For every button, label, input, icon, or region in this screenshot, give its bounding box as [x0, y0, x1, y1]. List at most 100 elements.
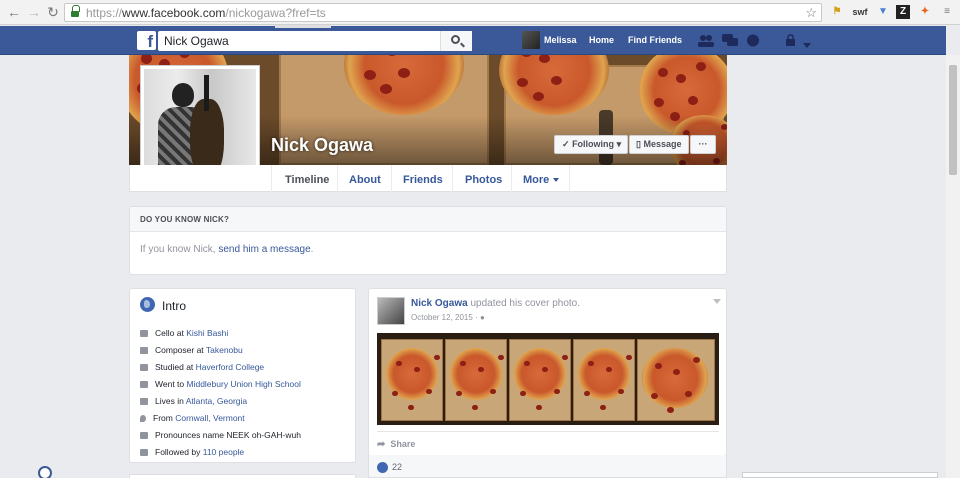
post-author-link[interactable]: Nick Ogawa — [411, 298, 468, 309]
messages-icon[interactable] — [722, 34, 738, 47]
friend-requests-icon[interactable] — [698, 34, 714, 47]
intro-row-text: Composer at — [155, 345, 206, 355]
tab-photos[interactable]: Photos — [465, 174, 502, 186]
send-message-link[interactable]: send him a message — [218, 244, 310, 255]
speaker-icon — [140, 432, 148, 440]
share-label: Share — [390, 439, 416, 449]
reload-icon[interactable]: ↻ — [45, 4, 61, 20]
post-action: updated his cover photo. — [467, 298, 581, 309]
forward-arrow-icon[interactable]: → — [26, 4, 42, 20]
back-arrow-icon[interactable]: ← — [6, 4, 22, 20]
privacy-lock-icon[interactable] — [786, 34, 798, 47]
profile-tabs: Timeline About Friends Photos More — [129, 165, 727, 192]
page-scrollbar[interactable] — [946, 55, 960, 478]
pizza-box — [509, 339, 571, 421]
intro-card: Intro Cello at Kishi Bashi Composer at T… — [129, 288, 356, 463]
pizza-box — [637, 339, 715, 421]
intro-row: Went to Middlebury Union High School — [140, 379, 301, 389]
post-photo[interactable] — [377, 333, 719, 425]
nav-user-name[interactable]: Melissa — [544, 35, 577, 45]
intro-row: Studied at Haverford College — [140, 362, 264, 372]
intro-row-link[interactable]: Middlebury Union High School — [187, 379, 301, 389]
post-header: Nick Ogawa updated his cover photo. — [411, 298, 580, 309]
graduation-cap-icon — [140, 364, 148, 372]
extension-swf-icon[interactable]: swf — [850, 5, 870, 19]
post-likes-bar: 22 — [368, 455, 727, 478]
account-menu-chevron-icon[interactable] — [803, 37, 811, 50]
intro-row-link[interactable]: Atlanta, Georgia — [186, 396, 247, 406]
pizza-box — [445, 339, 507, 421]
intro-row-text: Pronounces name NEEK oh-GAH-wuh — [155, 430, 301, 440]
check-icon: ✓ — [562, 139, 570, 149]
share-button[interactable]: ➦ Share — [377, 439, 415, 450]
extension-5-icon[interactable]: ✦ — [918, 5, 932, 19]
nav-home-link[interactable]: Home — [589, 35, 614, 45]
dyk-header: DO YOU KNOW NICK? — [130, 207, 726, 232]
tab-friends[interactable]: Friends — [403, 174, 443, 186]
intro-row-text: Studied at — [155, 362, 196, 372]
tab-more[interactable]: More — [523, 174, 560, 186]
intro-row-text: Went to — [155, 379, 187, 389]
pp-neck — [204, 75, 209, 111]
home-icon — [140, 398, 148, 406]
intro-row-link[interactable]: Takenobu — [206, 345, 243, 355]
tab-timeline[interactable]: Timeline — [285, 174, 329, 186]
tab-sep — [337, 165, 338, 192]
user-avatar[interactable] — [522, 31, 540, 49]
address-bar[interactable]: https://www.facebook.com/nickogawa?fref=… — [64, 3, 822, 22]
lock-icon — [71, 5, 80, 17]
following-button[interactable]: ✓ Following ▾ — [554, 135, 628, 154]
star-icon[interactable]: ☆ — [805, 5, 817, 21]
like-thumb-icon — [377, 462, 388, 473]
intro-title: Intro — [162, 299, 187, 313]
pizza — [386, 348, 438, 400]
post-options-chevron-icon[interactable] — [713, 299, 721, 304]
post-card: Nick Ogawa updated his cover photo. Octo… — [368, 288, 727, 456]
profile-picture-image — [144, 69, 256, 180]
nav-find-friends-link[interactable]: Find Friends — [628, 35, 682, 45]
extension-1-icon[interactable]: ⚑ — [830, 5, 844, 19]
pizza — [450, 348, 502, 400]
extension-4-icon[interactable]: Z — [896, 5, 910, 19]
intro-row-text: From — [153, 413, 176, 423]
extension-3-icon[interactable]: ▼ — [876, 5, 890, 19]
facebook-top-nav: f Melissa Home Find Friends — [0, 26, 946, 55]
intro-row: Cello at Kishi Bashi — [140, 328, 228, 338]
intro-row: From Cornwall, Vermont — [140, 413, 245, 423]
active-tab-indicator — [275, 25, 331, 28]
tab-sep — [511, 165, 512, 192]
briefcase-icon — [140, 330, 148, 338]
scrollbar-thumb[interactable] — [949, 65, 957, 175]
tab-sep — [391, 165, 392, 192]
pizza — [514, 348, 566, 400]
graduation-cap-icon — [140, 381, 148, 389]
post-divider — [377, 431, 719, 432]
message-button[interactable]: ▯ Message — [629, 135, 689, 154]
intro-row-text: Lives in — [155, 396, 186, 406]
post-author-avatar[interactable] — [377, 297, 405, 325]
dyk-suffix: . — [310, 244, 314, 255]
more-options-button[interactable]: ··· — [690, 135, 716, 154]
pp-head — [172, 83, 194, 107]
like-count[interactable]: 22 — [392, 462, 402, 472]
intro-row: Followed by 110 people — [140, 447, 244, 457]
notifications-globe-icon[interactable] — [746, 34, 760, 47]
intro-row-link[interactable]: 110 people — [203, 447, 244, 457]
intro-row-link[interactable]: Haverford College — [196, 362, 265, 372]
tab-about[interactable]: About — [349, 174, 381, 186]
tab-more-label: More — [523, 174, 550, 186]
profile-name[interactable]: Nick Ogawa — [271, 135, 373, 156]
intro-row-link[interactable]: Kishi Bashi — [186, 328, 228, 338]
intro-row: Pronounces name NEEK oh-GAH-wuh — [140, 430, 301, 440]
menu-icon[interactable]: ≡ — [940, 5, 954, 19]
intro-row: Composer at Takenobu — [140, 345, 243, 355]
search-button[interactable] — [440, 31, 472, 51]
search-input[interactable] — [158, 31, 438, 51]
caret-down-icon — [553, 178, 560, 183]
chat-tab[interactable] — [742, 472, 938, 478]
pizza — [642, 348, 708, 408]
post-timestamp[interactable]: October 12, 2015 · ● — [411, 313, 485, 322]
intro-row-link[interactable]: Cornwall, Vermont — [175, 413, 244, 423]
globe-icon — [140, 297, 155, 312]
facebook-logo-icon[interactable]: f — [137, 31, 156, 50]
